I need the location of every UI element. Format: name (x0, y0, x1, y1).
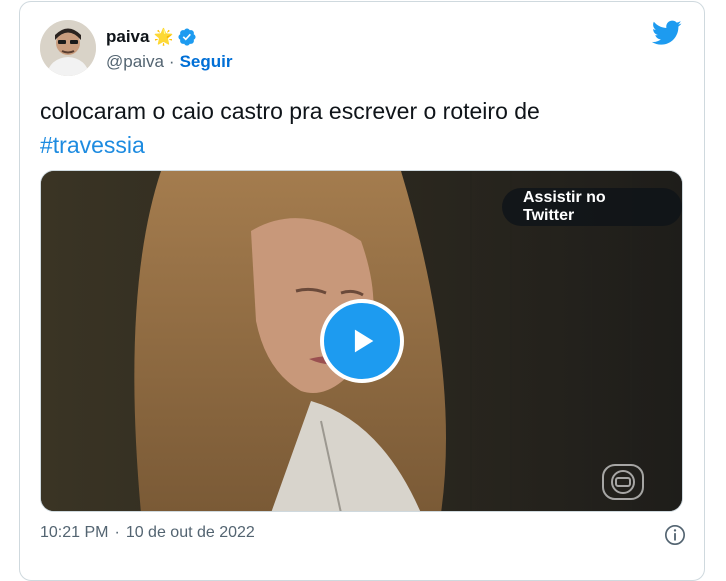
tweet-body: colocaram o caio castro pra escrever o r… (40, 98, 540, 124)
info-icon[interactable] (664, 524, 686, 546)
video-thumbnail[interactable]: Assistir no Twitter (40, 170, 683, 512)
author-name-row: paiva 🌟 (106, 27, 197, 47)
hashtag-link[interactable]: #travessia (40, 132, 145, 158)
tweet-time: 10:21 PM (40, 524, 109, 541)
watch-on-twitter-button[interactable]: Assistir no Twitter (502, 188, 682, 226)
play-button[interactable] (320, 299, 404, 383)
follow-button[interactable]: Seguir (180, 52, 233, 72)
tweet-text: colocaram o caio castro pra escrever o r… (40, 94, 680, 162)
twitter-logo-icon[interactable] (652, 20, 682, 46)
author-handle[interactable]: @paiva (106, 52, 164, 72)
globo-watermark-icon (602, 464, 644, 500)
tweet-timestamp[interactable]: 10:21 PM · 10 de out de 2022 (40, 524, 255, 542)
verified-badge-icon (178, 28, 196, 46)
avatar[interactable] (40, 20, 96, 76)
author-name[interactable]: paiva (106, 27, 149, 47)
author-handle-row: @paiva · Seguir (106, 52, 232, 72)
tweet-card: paiva 🌟 @paiva · Seguir colocaram o caio… (19, 1, 705, 581)
separator-dot: · (114, 524, 120, 541)
play-icon (354, 329, 374, 353)
star-emoji-icon: 🌟 (153, 29, 174, 46)
avatar-image (40, 20, 96, 76)
tweet-date: 10 de out de 2022 (125, 524, 255, 541)
separator-dot: · (168, 52, 175, 71)
